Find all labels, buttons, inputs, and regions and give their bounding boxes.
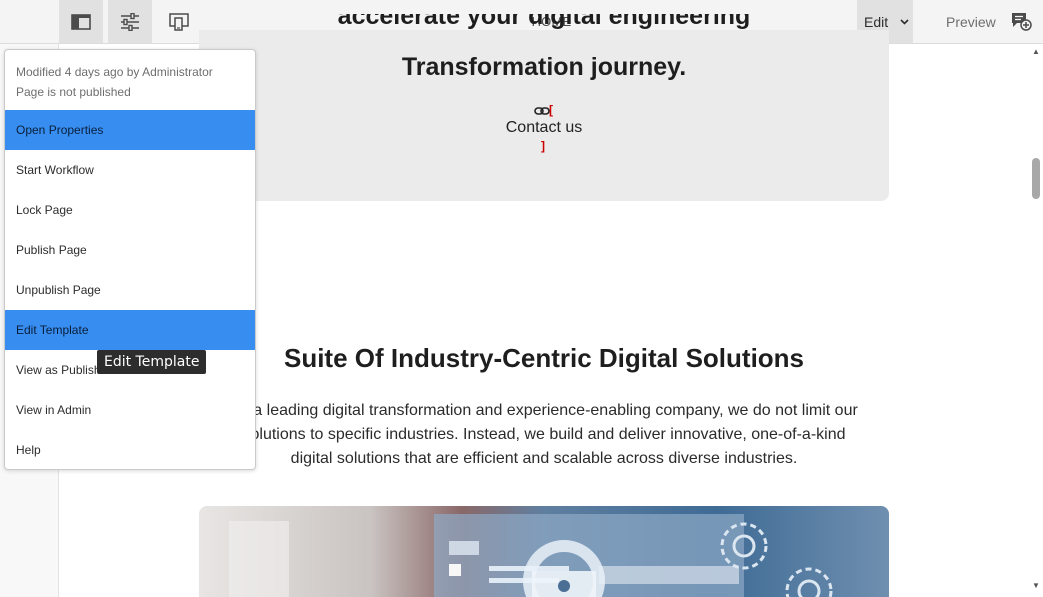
scroll-up-icon[interactable]: ▲ xyxy=(1032,47,1040,56)
app-window: HOME Edit Preview accelerate your digita… xyxy=(0,0,1043,597)
preview-button[interactable]: Preview xyxy=(946,14,996,30)
scroll-down-icon[interactable]: ▼ xyxy=(1032,581,1040,590)
menu-item-publish-page[interactable]: Publish Page xyxy=(5,230,255,270)
hero-heading-partial: accelerate your digital engineering xyxy=(199,14,889,44)
annotate-icon xyxy=(1012,13,1032,31)
menu-item-unpublish-page[interactable]: Unpublish Page xyxy=(5,270,255,310)
menu-item-open-properties[interactable]: Open Properties xyxy=(5,110,255,150)
section-description: As a leading digital transformation and … xyxy=(230,402,858,467)
menu-item-edit-template[interactable]: Edit Template xyxy=(5,310,255,350)
menu-item-start-workflow[interactable]: Start Workflow xyxy=(5,150,255,190)
chevron-down-icon xyxy=(900,18,909,25)
menu-item-view-in-admin[interactable]: View in Admin xyxy=(5,390,255,430)
section-title: Suite Of Industry-Centric Digital Soluti… xyxy=(283,343,805,373)
component-bracket-open: [ xyxy=(549,103,553,117)
modified-info: Modified 4 days ago by Administrator xyxy=(16,65,213,79)
component-bracket-close: ] xyxy=(541,139,545,153)
security-image[interactable] xyxy=(199,506,889,597)
hero-heading-partial-text: accelerate your digital engineering xyxy=(337,14,751,30)
annotate-button[interactable] xyxy=(1010,11,1032,36)
menu-item-lock-page[interactable]: Lock Page xyxy=(5,190,255,230)
tooltip: Edit Template xyxy=(97,350,207,374)
page-information-menu: Modified 4 days ago by Administrator Pag… xyxy=(4,49,256,470)
menu-item-help[interactable]: Help xyxy=(5,430,255,470)
hero-heading: Transformation journey. xyxy=(401,53,687,81)
page-scrollbar[interactable] xyxy=(1029,44,1043,597)
page-info: Modified 4 days ago by Administrator Pag… xyxy=(5,50,255,110)
contact-us-link[interactable]: Contact us xyxy=(199,119,889,137)
scrollbar-thumb[interactable] xyxy=(1032,158,1040,199)
publish-status: Page is not published xyxy=(16,85,131,99)
